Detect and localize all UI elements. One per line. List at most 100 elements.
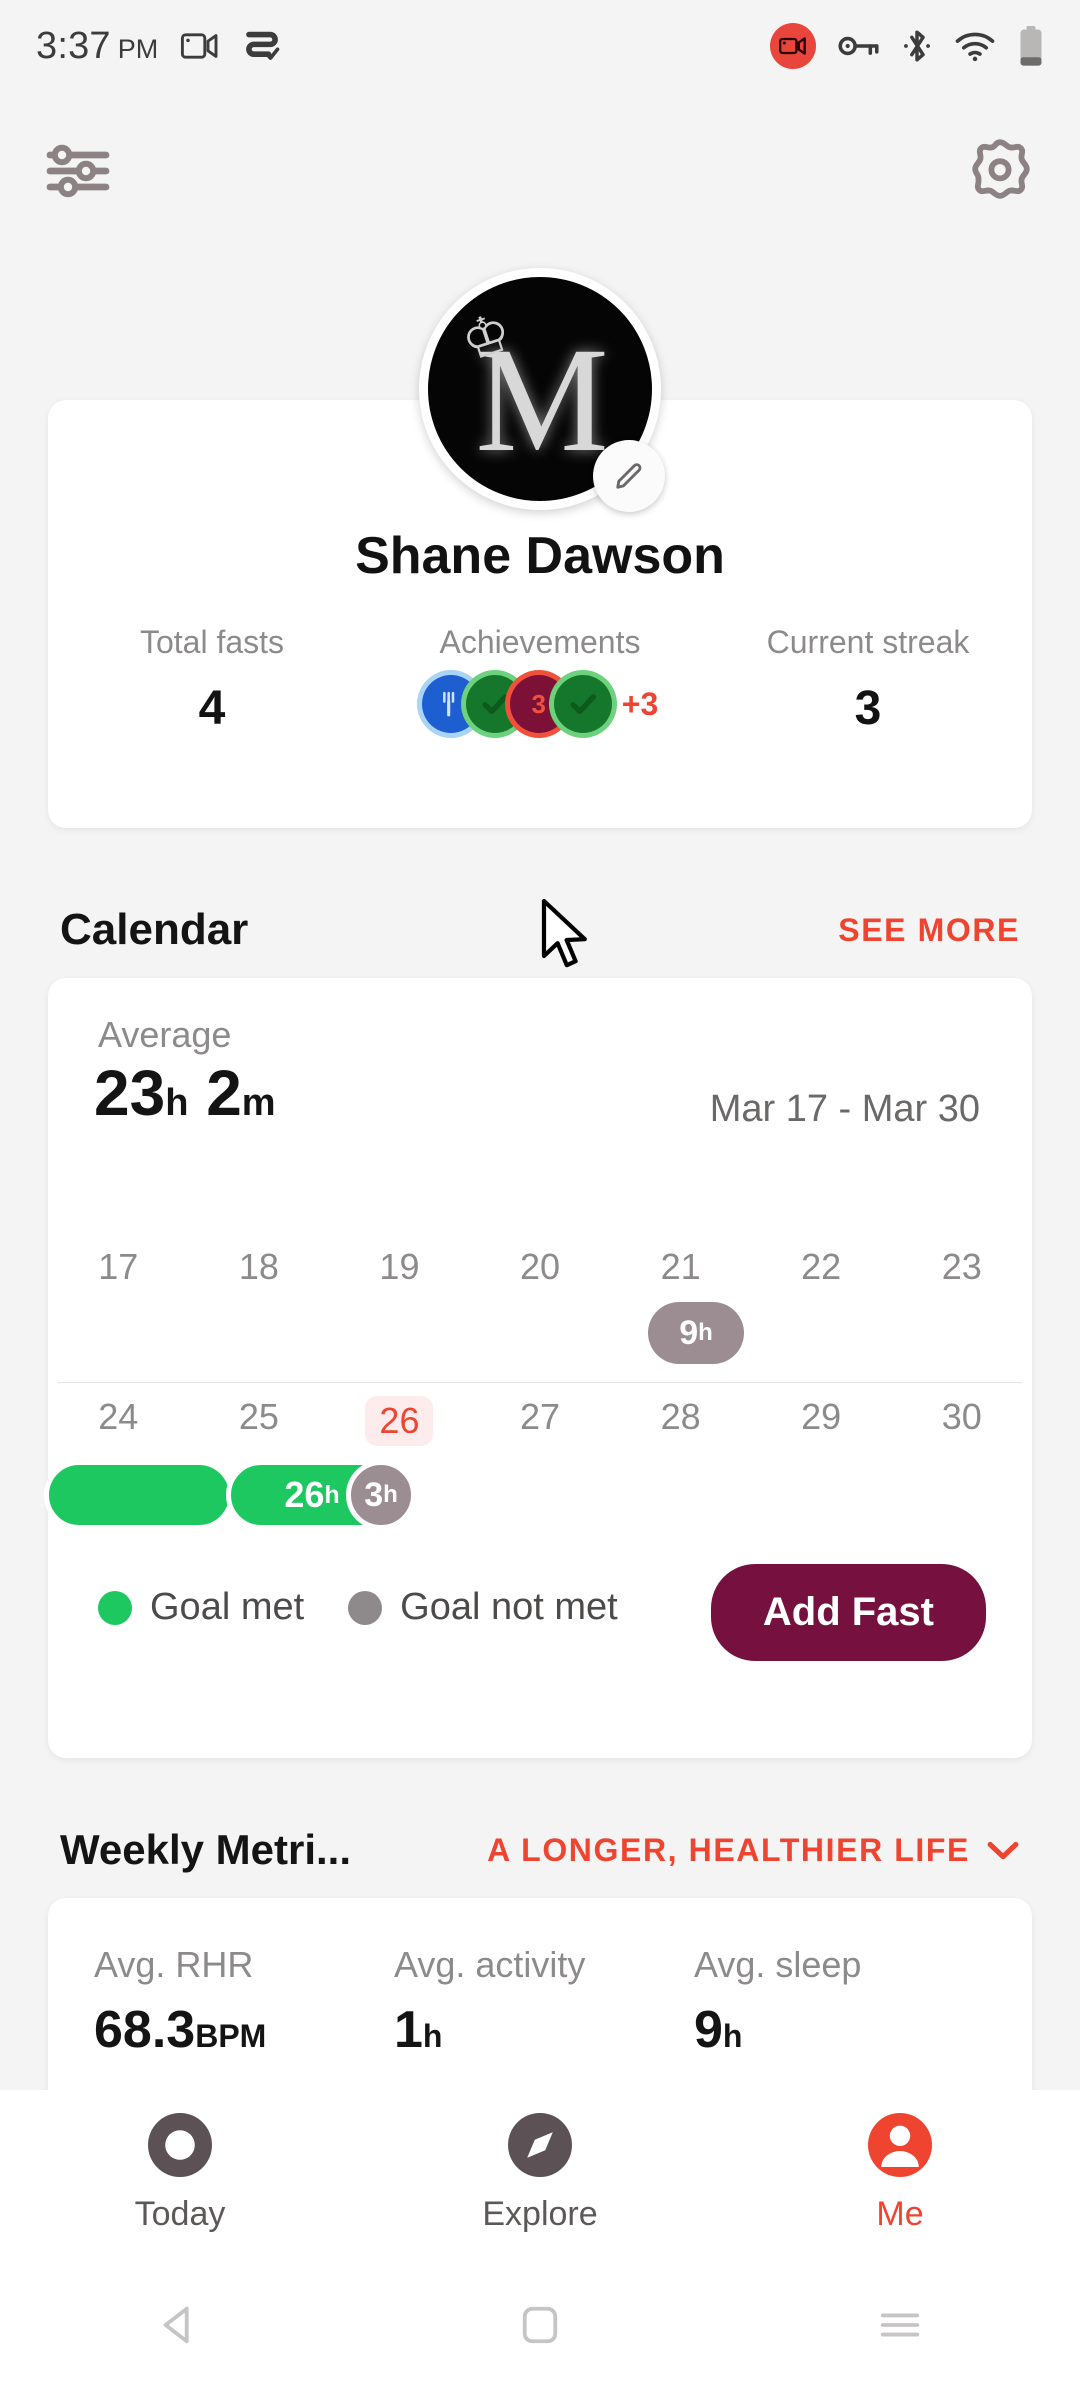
stat-current-streak: Current streak 3	[704, 624, 1032, 736]
fast-entry-unit: h	[324, 1480, 340, 1509]
legend-goal-not-met: Goal not met	[348, 1586, 618, 1629]
metric-avg-rhr: Avg. RHR 68.3BPM	[94, 1944, 394, 2060]
average-hours: 23	[94, 1057, 166, 1129]
calendar-day[interactable]: 24	[48, 1390, 189, 1446]
calendar-day[interactable]: 20	[470, 1240, 611, 1288]
metric-unit: BPM	[195, 2018, 267, 2054]
avatar-container[interactable]: ♔ M	[419, 268, 665, 512]
cast-icon	[181, 33, 218, 59]
calendar-see-more-link[interactable]: SEE MORE	[838, 912, 1020, 949]
add-fast-button[interactable]: Add Fast	[710, 1564, 986, 1661]
ring-icon	[148, 2112, 212, 2177]
system-back-button[interactable]	[0, 2302, 360, 2348]
filters-button[interactable]	[46, 143, 114, 204]
calendar-day[interactable]: 21	[610, 1240, 751, 1288]
nav-item-me[interactable]: Me	[720, 2107, 1080, 2234]
check-icon	[482, 694, 508, 715]
calendar-title: Calendar	[60, 905, 249, 954]
badge-check-2[interactable]	[553, 675, 612, 733]
recents-menu-icon	[880, 2313, 920, 2337]
screen-recording-badge	[770, 23, 816, 69]
phone-screen: 3:37 PM ♔ M Shane Dawson Total fasts 4 A…	[0, 0, 1080, 2400]
gear-icon	[972, 138, 1030, 199]
wifi-icon	[955, 32, 995, 62]
fast-entry-value: 9	[679, 1313, 699, 1352]
nav-label: Explore	[482, 2194, 598, 2233]
person-icon	[868, 2112, 932, 2177]
badge-more-count[interactable]: +3	[622, 686, 658, 723]
achievement-badges[interactable]: 3 +3	[376, 675, 704, 733]
average-hours-unit: h	[165, 1082, 189, 1124]
status-time: 3:37 PM	[36, 25, 158, 68]
legend-dot-grey	[348, 1590, 383, 1625]
stat-achievements[interactable]: Achievements 3 +3	[376, 624, 704, 736]
calendar-legend: Goal met Goal not met	[98, 1586, 618, 1629]
calendar-day-labels: 17 18 19 20 21 22 23	[48, 1240, 1032, 1288]
stat-label: Achievements	[439, 624, 641, 660]
video-camera-icon	[779, 37, 806, 55]
average-minutes: 2	[206, 1057, 242, 1129]
system-recents-button[interactable]	[720, 2305, 1080, 2345]
stat-value: 3	[854, 682, 882, 735]
system-navigation-bar	[0, 2250, 1080, 2400]
bluetooth-icon	[904, 30, 930, 62]
calendar-day[interactable]: 18	[189, 1240, 330, 1288]
vpn-key-icon	[838, 36, 879, 56]
calendar-day[interactable]: 22	[751, 1240, 892, 1288]
fast-entry-value: 26	[284, 1474, 325, 1515]
metrics-row: Avg. RHR 68.3BPM Avg. activity 1h Avg. s…	[48, 1898, 1032, 2060]
calendar-day[interactable]: 28	[610, 1390, 751, 1446]
nav-item-today[interactable]: Today	[0, 2107, 360, 2234]
metric-avg-sleep: Avg. sleep 9h	[694, 1944, 994, 2060]
stat-total-fasts: Total fasts 4	[48, 624, 376, 736]
status-bar-right	[770, 23, 1044, 69]
nav-item-explore[interactable]: Explore	[360, 2107, 720, 2234]
metric-value: 1h	[394, 2000, 694, 2060]
stat-value: 4	[198, 682, 226, 735]
badge-streak-count: 3	[531, 688, 546, 719]
calendar-day[interactable]: 27	[470, 1390, 611, 1446]
calendar-date-range: Mar 17 - Mar 30	[709, 1088, 980, 1130]
weekly-metrics-dropdown[interactable]: A LONGER, HEALTHIER LIFE	[487, 1832, 1020, 1869]
app-bar	[0, 128, 1080, 218]
calendar-day[interactable]: 25	[189, 1390, 330, 1446]
calendar-day[interactable]: 30	[891, 1390, 1032, 1446]
fork-icon	[442, 691, 454, 717]
profile-name: Shane Dawson	[355, 527, 725, 585]
metric-value: 9h	[694, 2000, 994, 2060]
legend-label: Goal not met	[400, 1586, 618, 1628]
calendar-day[interactable]: 29	[751, 1390, 892, 1446]
settings-button[interactable]	[966, 137, 1034, 210]
screen-record-icon	[246, 31, 280, 60]
metric-unit: h	[722, 2018, 743, 2054]
edit-avatar-button[interactable]	[593, 440, 665, 512]
calendar-bars-row: 26 h 3h	[44, 1460, 1032, 1544]
average-label: Average	[98, 1014, 232, 1055]
nav-label: Today	[134, 2194, 226, 2233]
profile-stats-row: Total fasts 4 Achievements 3 +3 Current …	[48, 624, 1032, 736]
metric-number: 68.3	[94, 2001, 196, 2059]
fast-entry-goal-not-met[interactable]: 3h	[346, 1460, 416, 1530]
weekly-metrics-dropdown-label: A LONGER, HEALTHIER LIFE	[487, 1831, 970, 1868]
legend-dot-green	[98, 1590, 132, 1625]
calendar-day[interactable]: 23	[891, 1240, 1032, 1288]
calendar-day-today[interactable]: 26	[329, 1390, 470, 1446]
metric-unit: h	[422, 2018, 443, 2054]
legend-goal-met: Goal met	[98, 1586, 304, 1629]
metric-value: 68.3BPM	[94, 2000, 394, 2060]
legend-label: Goal met	[150, 1586, 305, 1628]
average-minutes-unit: m	[241, 1082, 276, 1124]
metric-avg-activity: Avg. activity 1h	[394, 1944, 694, 2060]
fast-entry-unit: h	[383, 1481, 398, 1508]
calendar-day[interactable]: 19	[329, 1240, 470, 1288]
fast-entry-goal-met[interactable]	[44, 1460, 234, 1530]
fast-entry-goal-not-met[interactable]: 9h	[648, 1302, 744, 1364]
pencil-icon	[616, 463, 642, 489]
system-home-button[interactable]	[360, 2302, 720, 2348]
weekly-metrics-header: Weekly Metri... A LONGER, HEALTHIER LIFE	[60, 1820, 1020, 1880]
calendar-week-row: 17 18 19 20 21 22 23 9h	[48, 1240, 1032, 1390]
metric-label: Avg. RHR	[94, 1944, 254, 1985]
calendar-day[interactable]: 17	[48, 1240, 189, 1288]
compass-icon	[508, 2112, 572, 2177]
weekly-metrics-title: Weekly Metri...	[60, 1826, 352, 1873]
